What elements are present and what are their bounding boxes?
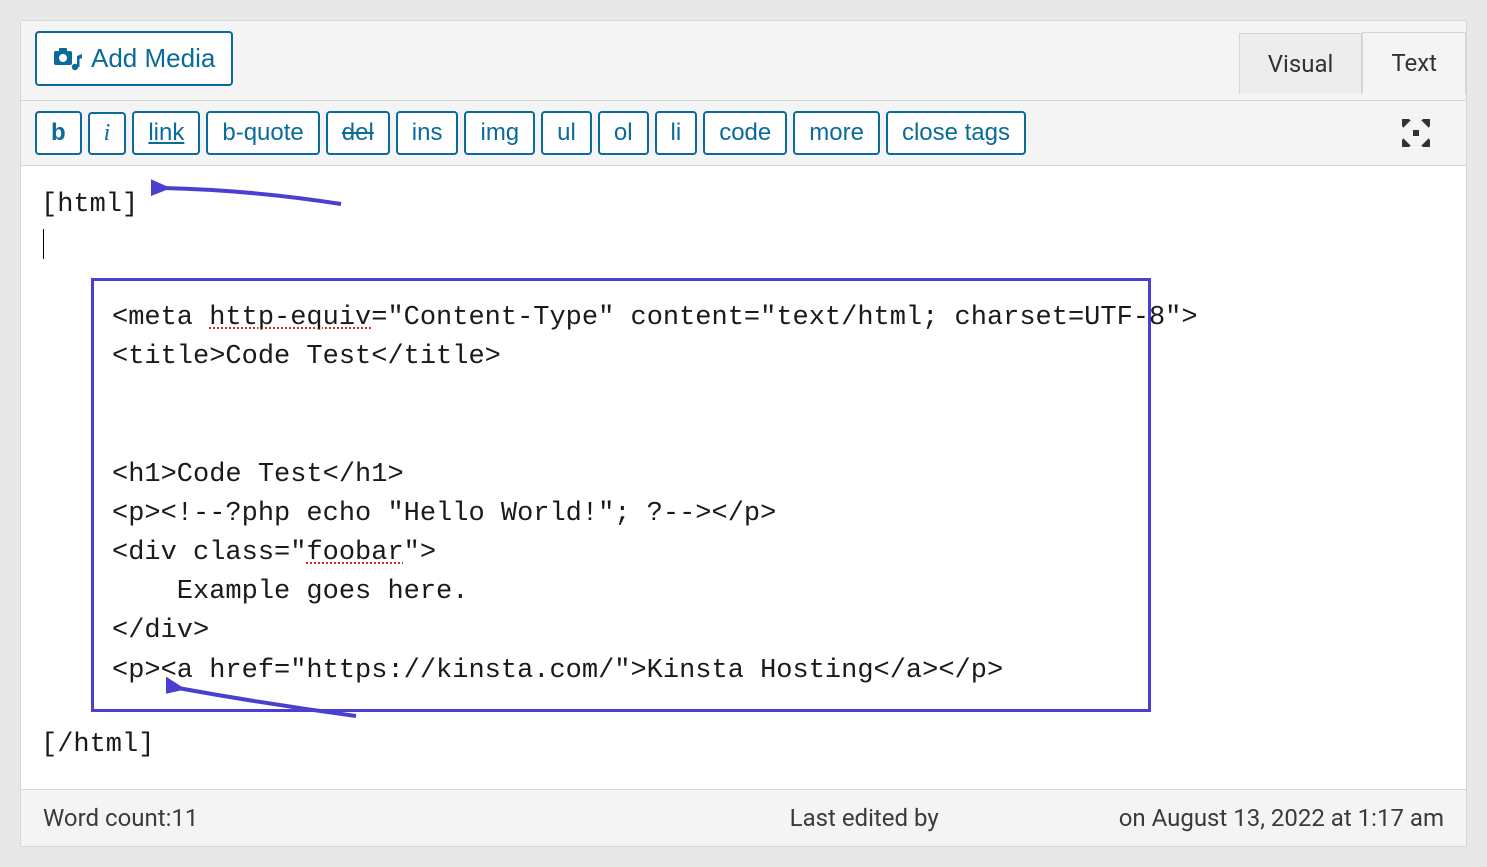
tab-visual[interactable]: Visual <box>1239 33 1363 94</box>
qt-code-button[interactable]: code <box>703 111 787 155</box>
shortcode-open-tag: [html] <box>41 186 138 225</box>
editor-content[interactable]: [html] <box>41 186 1446 264</box>
word-count-value: 11 <box>171 804 198 832</box>
qt-link-button[interactable]: link <box>132 111 200 155</box>
editor-tabs: Visual Text <box>1239 31 1466 93</box>
code-content: <meta http-equiv="Content-Type" content=… <box>112 299 1130 690</box>
qt-ol-button[interactable]: ol <box>598 111 649 155</box>
qt-ul-button[interactable]: ul <box>541 111 592 155</box>
status-bar: Word count: 11 Last edited by on August … <box>21 789 1466 846</box>
quicktags-toolbar: b i link b-quote del ins img ul ol li co… <box>21 101 1466 166</box>
qt-del-button[interactable]: del <box>326 111 390 155</box>
add-media-label: Add Media <box>91 43 215 74</box>
word-count-label: Word count: <box>43 804 171 832</box>
qt-img-button[interactable]: img <box>464 111 535 155</box>
qt-li-button[interactable]: li <box>655 111 698 155</box>
shortcode-close-row: [/html] <box>41 726 1446 765</box>
editor-container: Add Media Visual Text b i link b-quote d… <box>20 20 1467 847</box>
add-media-button[interactable]: Add Media <box>35 31 233 86</box>
qt-ins-button[interactable]: ins <box>396 111 459 155</box>
camera-music-icon <box>53 47 83 71</box>
shortcode-close-tag: [/html] <box>41 726 154 765</box>
qt-more-button[interactable]: more <box>793 111 880 155</box>
code-highlight-box: <meta http-equiv="Content-Type" content=… <box>91 278 1151 711</box>
tab-text[interactable]: Text <box>1362 32 1466 94</box>
fullscreen-icon[interactable] <box>1400 117 1432 149</box>
editor-top-row: Add Media Visual Text <box>21 21 1466 101</box>
qt-bold-button[interactable]: b <box>35 111 82 155</box>
qt-close-tags-button[interactable]: close tags <box>886 111 1026 155</box>
spell-error-http-equiv: http-equiv <box>209 303 371 333</box>
last-edited-date: on August 13, 2022 at 1:17 am <box>1119 804 1444 832</box>
qt-bquote-button[interactable]: b-quote <box>206 111 319 155</box>
text-caret <box>43 229 44 259</box>
last-edited-by-label: Last edited by <box>790 804 939 832</box>
qt-italic-button[interactable]: i <box>88 112 127 155</box>
text-editor-area[interactable]: [html] <meta http-equiv="Content-Type" c… <box>21 166 1466 789</box>
spell-error-foobar: foobar <box>306 538 403 568</box>
